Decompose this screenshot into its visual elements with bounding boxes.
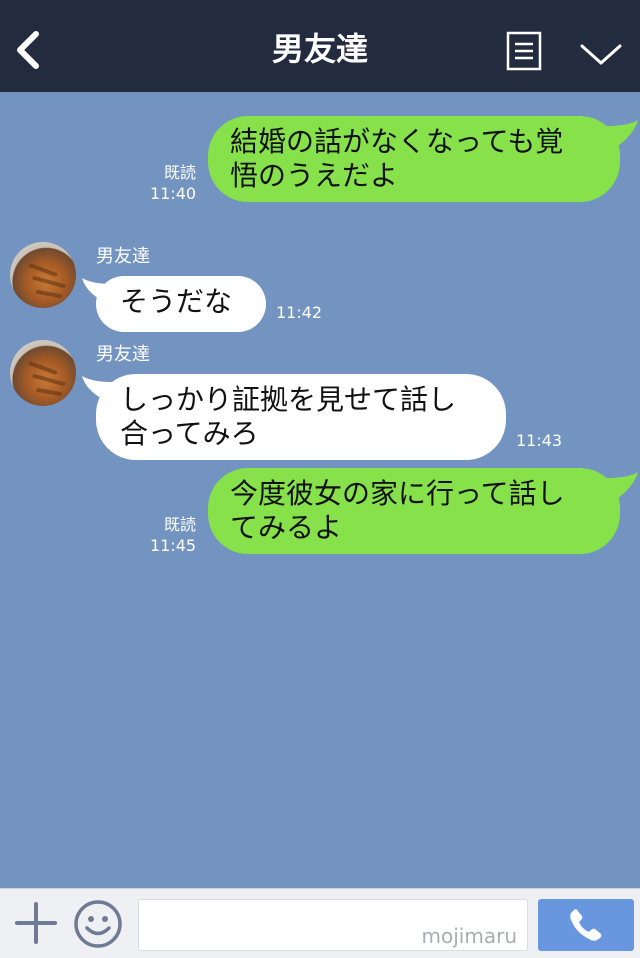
emoji-icon <box>74 900 122 948</box>
chat-header: 男友達 <box>0 0 640 92</box>
notes-button[interactable] <box>506 31 542 71</box>
plus-icon <box>15 902 57 944</box>
message-time: 11:42 <box>276 303 323 322</box>
menu-toggle-button[interactable] <box>578 38 624 68</box>
watermark-text: mojimaru <box>421 924 517 948</box>
phone-icon <box>570 909 602 941</box>
chat-area[interactable]: 既読 11:40 結婚の話がなくなっても覚 悟のうえだよ 男友達 そうだな 11… <box>0 92 640 888</box>
call-button[interactable] <box>538 899 634 951</box>
message-input[interactable]: mojimaru <box>138 899 528 951</box>
chat-title: 男友達 <box>271 30 368 68</box>
read-receipt-2: 既読 11:45 <box>150 514 196 556</box>
message-time: 11:43 <box>516 431 563 450</box>
emoji-button[interactable] <box>73 899 123 949</box>
composer-bar: mojimaru <box>0 888 640 958</box>
notes-icon <box>506 31 542 71</box>
chevron-left-icon <box>17 31 39 69</box>
bubble-tail <box>606 472 638 498</box>
avatar[interactable] <box>10 340 76 406</box>
message-time: 11:45 <box>150 536 197 555</box>
sender-name: 男友達 <box>96 246 150 267</box>
read-status: 既読 <box>163 515 196 534</box>
message-bubble-outgoing[interactable]: 結婚の話がなくなっても覚 悟のうえだよ <box>208 116 620 202</box>
chevron-down-icon <box>580 44 622 65</box>
back-button[interactable] <box>10 26 50 74</box>
read-status: 既読 <box>163 163 196 182</box>
message-bubble-incoming[interactable]: しっかり証拠を見せて話し 合ってみろ <box>96 374 506 460</box>
read-receipt-1: 既読 11:40 <box>150 162 196 204</box>
sender-name: 男友達 <box>96 344 150 365</box>
message-bubble-outgoing[interactable]: 今度彼女の家に行って話し てみるよ <box>208 468 620 554</box>
message-time: 11:40 <box>150 184 197 203</box>
add-attachment-button[interactable] <box>14 901 58 945</box>
message-bubble-incoming[interactable]: そうだな <box>96 276 266 332</box>
avatar[interactable] <box>10 242 76 308</box>
bubble-tail <box>606 120 638 146</box>
